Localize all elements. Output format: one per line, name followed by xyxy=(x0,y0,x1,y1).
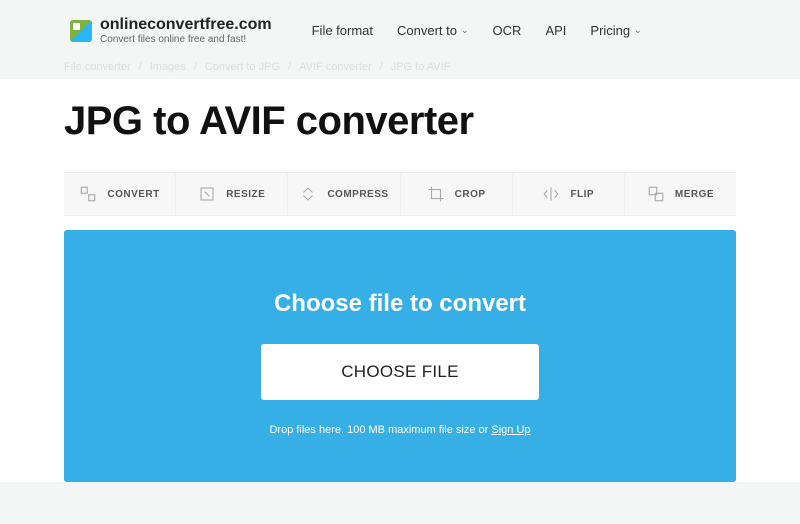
breadcrumb: File converter/ Images/ Convert to JPG/ … xyxy=(0,61,800,79)
logo-domain: onlineconvertfree.com xyxy=(100,16,272,34)
tab-resize[interactable]: RESIZE xyxy=(176,173,288,215)
breadcrumb-item[interactable]: File converter xyxy=(64,61,131,73)
merge-icon xyxy=(647,185,665,203)
nav-ocr[interactable]: OCR xyxy=(493,23,522,38)
breadcrumb-item[interactable]: Images xyxy=(150,61,186,73)
tab-flip[interactable]: FLIP xyxy=(513,173,625,215)
resize-icon xyxy=(198,185,216,203)
nav-api[interactable]: API xyxy=(545,23,566,38)
convert-icon xyxy=(79,185,97,203)
choose-file-button[interactable]: CHOOSE FILE xyxy=(261,344,539,400)
tab-merge[interactable]: MERGE xyxy=(625,173,736,215)
crop-icon xyxy=(427,185,445,203)
logo-icon xyxy=(70,20,92,42)
signup-link[interactable]: Sign Up xyxy=(491,424,530,436)
header: onlineconvertfree.com Convert files onli… xyxy=(0,0,800,61)
dropzone-hint: Drop files here. 100 MB maximum file siz… xyxy=(104,424,696,436)
tab-crop[interactable]: CROP xyxy=(401,173,513,215)
nav-pricing[interactable]: Pricing⌄ xyxy=(590,23,641,38)
main-nav: File format Convert to⌄ OCR API Pricing⌄ xyxy=(312,23,642,38)
logo[interactable]: onlineconvertfree.com Convert files onli… xyxy=(70,16,272,45)
tab-convert[interactable]: CONVERT xyxy=(64,173,176,215)
breadcrumb-item[interactable]: JPG to AVIF xyxy=(391,61,451,73)
tab-compress[interactable]: COMPRESS xyxy=(288,173,400,215)
dropzone-title: Choose file to convert xyxy=(104,290,696,318)
chevron-down-icon: ⌄ xyxy=(461,25,469,36)
flip-icon xyxy=(542,185,560,203)
nav-file-format[interactable]: File format xyxy=(312,23,373,38)
logo-tagline: Convert files online free and fast! xyxy=(100,34,272,45)
breadcrumb-item[interactable]: AVIF converter xyxy=(299,61,372,73)
dropzone[interactable]: Choose file to convert CHOOSE FILE Drop … xyxy=(64,230,736,482)
breadcrumb-item[interactable]: Convert to JPG xyxy=(205,61,280,73)
compress-icon xyxy=(299,185,317,203)
nav-convert-to[interactable]: Convert to⌄ xyxy=(397,23,469,38)
main-content: JPG to AVIF converter CONVERT RESIZE COM… xyxy=(0,79,800,482)
page-title: JPG to AVIF converter xyxy=(64,79,736,172)
chevron-down-icon: ⌄ xyxy=(634,25,642,36)
tool-tabs: CONVERT RESIZE COMPRESS CROP FLIP MERGE xyxy=(64,172,736,216)
